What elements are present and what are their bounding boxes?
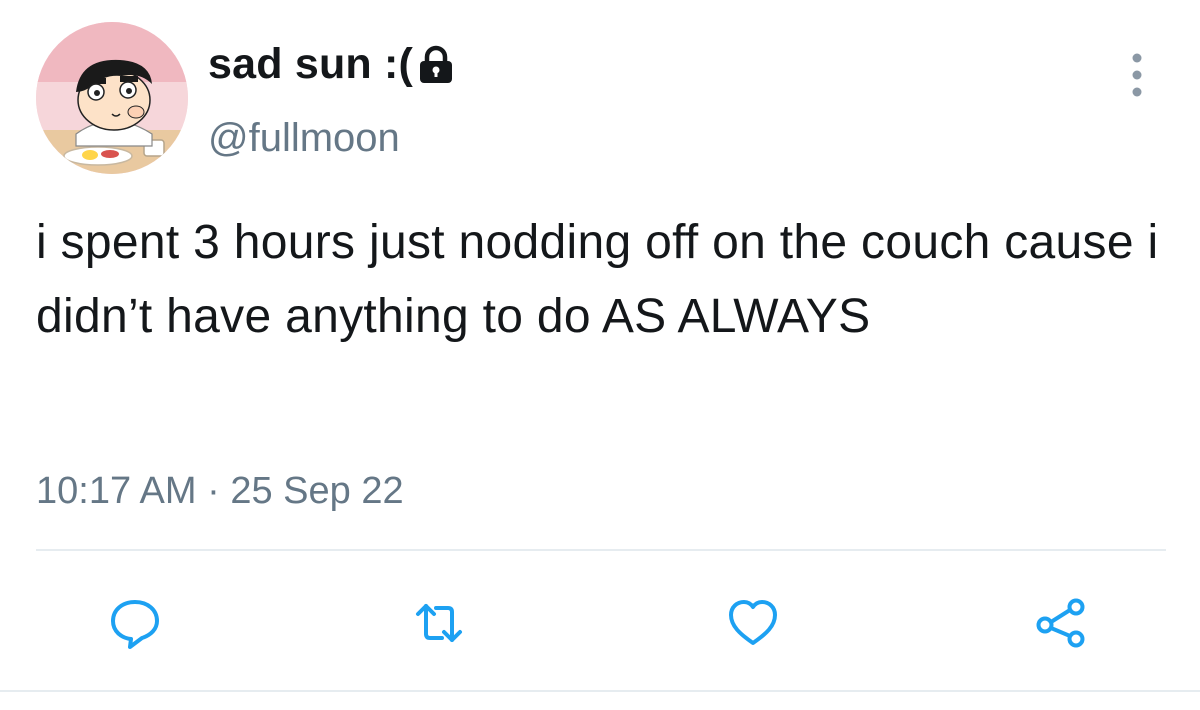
lock-icon	[417, 45, 455, 85]
tweet-card: sad sun :( @fullmoon i spent 3 hours jus…	[0, 0, 1200, 710]
avatar-image	[36, 22, 188, 174]
display-name[interactable]: sad sun :(	[208, 40, 455, 89]
reply-icon[interactable]	[108, 596, 162, 650]
display-name-text: sad sun :(	[208, 40, 414, 88]
share-icon[interactable]	[1034, 596, 1088, 650]
heart-icon[interactable]	[726, 596, 780, 650]
tweet-text: i spent 3 hours just nodding off on the …	[36, 216, 1159, 343]
bottom-divider	[0, 690, 1200, 692]
tweet-timestamp[interactable]: 10:17 AM · 25 Sep 22	[36, 470, 404, 513]
divider	[36, 549, 1166, 551]
more-vertical-icon[interactable]	[1124, 52, 1150, 98]
user-handle[interactable]: @fullmoon	[208, 116, 400, 161]
avatar[interactable]	[36, 22, 188, 174]
retweet-icon[interactable]	[412, 596, 466, 650]
